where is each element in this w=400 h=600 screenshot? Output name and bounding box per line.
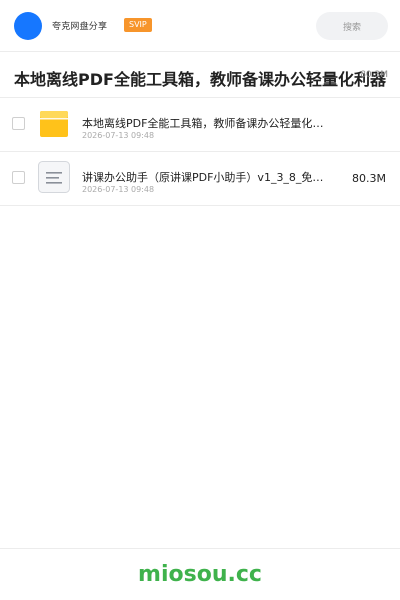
header: 夸克网盘分享 SVIP 搜索	[0, 0, 400, 52]
file-row-document[interactable]: 讲课办公助手（原讲课PDF小助手）v1_3_8_免… 2026-07-13 09…	[0, 152, 400, 206]
footer: miosou.cc	[0, 548, 400, 600]
document-icon	[38, 161, 70, 193]
folder-icon	[40, 111, 68, 137]
footer-brand[interactable]: miosou.cc	[138, 562, 262, 587]
file-date: 2026-07-13 09:48	[82, 185, 155, 194]
app-name: 夸克网盘分享	[52, 22, 108, 32]
file-size: 80.3M	[352, 172, 386, 185]
share-page: 夸克网盘分享 SVIP 搜索 本地离线PDF全能工具箱，教师备课办公轻量化利器 …	[0, 0, 400, 600]
title-row: 本地离线PDF全能工具箱，教师备课办公轻量化利器 80.3M	[0, 52, 400, 98]
svip-badge: SVIP	[124, 18, 152, 32]
page-title: 本地离线PDF全能工具箱，教师备课办公轻量化利器	[14, 70, 386, 89]
file-row-folder[interactable]: 本地离线PDF全能工具箱，教师备课办公轻量化利器 2026-07-13 09:4…	[0, 98, 400, 152]
file-date: 2026-07-13 09:48	[82, 131, 155, 140]
search-input[interactable]: 搜索	[316, 12, 388, 40]
file-name: 本地离线PDF全能工具箱，教师备课办公轻量化利器	[82, 117, 326, 130]
total-size: 80.3M	[360, 70, 388, 80]
avatar[interactable]	[14, 12, 42, 40]
select-checkbox[interactable]	[12, 117, 25, 130]
file-name: 讲课办公助手（原讲课PDF小助手）v1_3_8_免…	[82, 171, 324, 184]
select-checkbox[interactable]	[12, 171, 25, 184]
